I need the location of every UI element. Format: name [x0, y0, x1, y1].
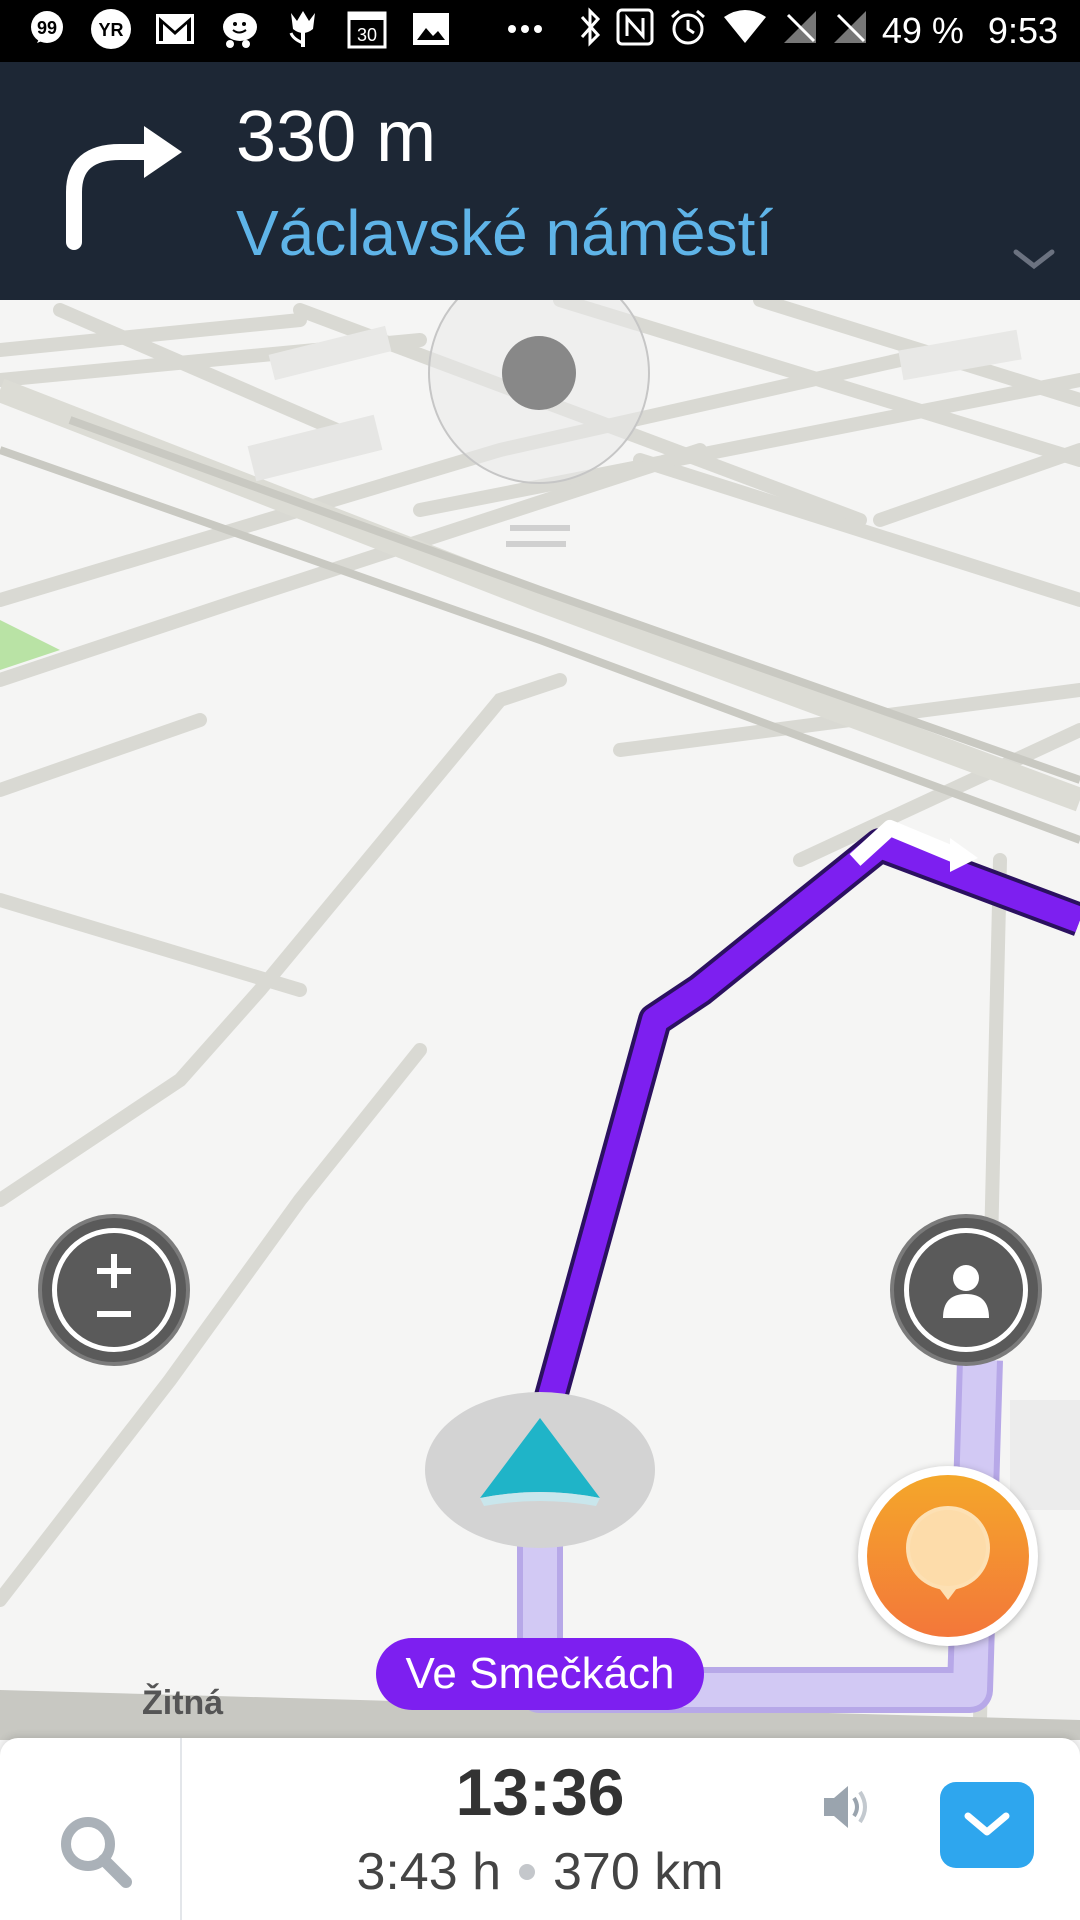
report-bubble-icon: [906, 1506, 990, 1600]
no-signal-icon: [782, 9, 818, 54]
turn-distance: 330 m: [236, 97, 437, 177]
no-signal-icon: [832, 9, 868, 54]
quote-chat-icon: 99: [26, 8, 68, 50]
calendar-icon: 30: [346, 8, 388, 50]
chevron-down-icon: [964, 1812, 1010, 1836]
zoom-button[interactable]: [38, 1214, 190, 1366]
trip-summary: 3:43 h 370 km: [0, 1842, 1080, 1902]
more-dots-icon: [504, 8, 546, 50]
navigation-banner[interactable]: 330 m Václavské náměstí: [0, 62, 1080, 300]
separator-dot: [519, 1864, 536, 1880]
trip-info-panel[interactable]: 13:36 3:43 h 370 km: [0, 1738, 1080, 1920]
battery-level: 49 %: [881, 10, 964, 51]
friends-button[interactable]: [890, 1214, 1042, 1366]
nfc-icon: [616, 8, 654, 55]
turn-right-icon: [66, 126, 182, 250]
person-icon: [943, 1265, 989, 1318]
next-street-name: Václavské náměstí: [236, 197, 774, 269]
bluetooth-icon: [578, 6, 602, 56]
image-icon: [410, 8, 452, 50]
calendar-day: 30: [357, 25, 377, 45]
status-bar: 99 YR 30 49 % 9:53: [0, 0, 1080, 62]
report-button[interactable]: [858, 1466, 1038, 1646]
volume-icon[interactable]: [820, 1782, 874, 1832]
wifi-icon: [722, 9, 768, 54]
clock: 9:53: [987, 10, 1058, 51]
yr-label: YR: [98, 20, 123, 40]
gmail-icon: [154, 8, 196, 50]
waze-icon: [218, 8, 260, 50]
zoom-plus-minus-icon: [97, 1254, 131, 1317]
current-street-label: Ve Smečkách: [376, 1638, 704, 1710]
trip-distance: 370 km: [553, 1843, 724, 1901]
yr-app-icon: YR: [90, 8, 132, 50]
arrival-time: 13:36: [455, 1755, 625, 1829]
map-view[interactable]: Žitná Ve Smečkách: [0, 300, 1080, 1740]
expand-panel-button[interactable]: [940, 1782, 1034, 1868]
trip-duration: 3:43 h: [356, 1843, 502, 1901]
tulip-icon: [282, 8, 324, 50]
chevron-down-icon[interactable]: [1012, 248, 1056, 272]
alarm-icon: [668, 7, 708, 56]
svg-text:99: 99: [37, 18, 57, 38]
side-street-label: Žitná: [142, 1684, 224, 1722]
